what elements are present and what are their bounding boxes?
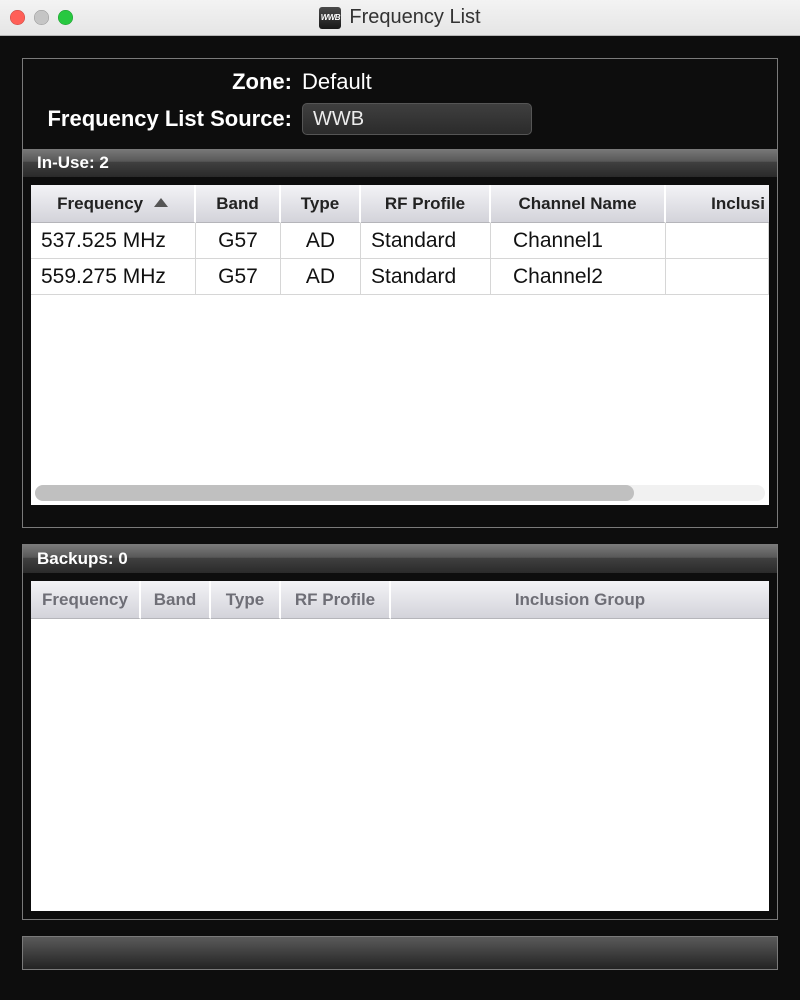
cell-type: AD (281, 259, 361, 295)
app-icon: WWB (319, 7, 341, 29)
sort-asc-icon (154, 198, 168, 207)
bcol-inclusion-group[interactable]: Inclusion Group (391, 581, 769, 619)
in-use-table: Frequency Band Type RF Profile Channel N… (31, 185, 769, 295)
in-use-section-header: In-Use: 2 (23, 149, 777, 177)
cell-channel-name: Channel1 (491, 223, 666, 259)
in-use-table-wrap: Frequency Band Type RF Profile Channel N… (31, 185, 769, 505)
backups-empty-area (31, 619, 769, 899)
backups-panel: Backups: 0 Frequency Band Type RF Profil… (22, 544, 778, 920)
col-inclusion[interactable]: Inclusi (666, 185, 769, 223)
cell-channel-name: Channel2 (491, 259, 666, 295)
col-channel-name[interactable]: Channel Name (491, 185, 666, 223)
cell-frequency: 559.275 MHz (31, 259, 196, 295)
cell-type: AD (281, 223, 361, 259)
freq-source-label: Frequency List Source: (37, 106, 302, 132)
traffic-lights (10, 10, 73, 25)
cell-band: G57 (196, 259, 281, 295)
col-rf-profile[interactable]: RF Profile (361, 185, 491, 223)
cell-inclusion (666, 223, 769, 259)
col-frequency-label: Frequency (57, 194, 143, 213)
horizontal-scrollbar[interactable] (35, 485, 765, 501)
bcol-frequency[interactable]: Frequency (31, 581, 141, 619)
bcol-band[interactable]: Band (141, 581, 211, 619)
cell-band: G57 (196, 223, 281, 259)
col-band[interactable]: Band (196, 185, 281, 223)
zoom-window-icon[interactable] (58, 10, 73, 25)
scrollbar-thumb[interactable] (35, 485, 634, 501)
close-window-icon[interactable] (10, 10, 25, 25)
table-row[interactable]: 559.275 MHz G57 AD Standard Channel2 (31, 259, 769, 295)
cell-rf-profile: Standard (361, 259, 491, 295)
title-bar: WWB Frequency List (0, 0, 800, 36)
cell-inclusion (666, 259, 769, 295)
zone-label: Zone: (37, 69, 302, 95)
freq-source-select[interactable]: WWB (302, 103, 532, 135)
zone-value: Default (302, 69, 372, 95)
backups-table: Frequency Band Type RF Profile Inclusion… (31, 581, 769, 619)
backups-section-header: Backups: 0 (23, 545, 777, 573)
table-row[interactable]: 537.525 MHz G57 AD Standard Channel1 (31, 223, 769, 259)
minimize-window-icon[interactable] (34, 10, 49, 25)
cell-rf-profile: Standard (361, 223, 491, 259)
window-title: Frequency List (349, 6, 480, 29)
backups-table-wrap: Frequency Band Type RF Profile Inclusion… (31, 581, 769, 911)
bcol-rf-profile[interactable]: RF Profile (281, 581, 391, 619)
in-use-panel: Zone: Default Frequency List Source: WWB… (22, 58, 778, 528)
bcol-type[interactable]: Type (211, 581, 281, 619)
col-type[interactable]: Type (281, 185, 361, 223)
bottom-bar (22, 936, 778, 970)
col-frequency[interactable]: Frequency (31, 185, 196, 223)
cell-frequency: 537.525 MHz (31, 223, 196, 259)
